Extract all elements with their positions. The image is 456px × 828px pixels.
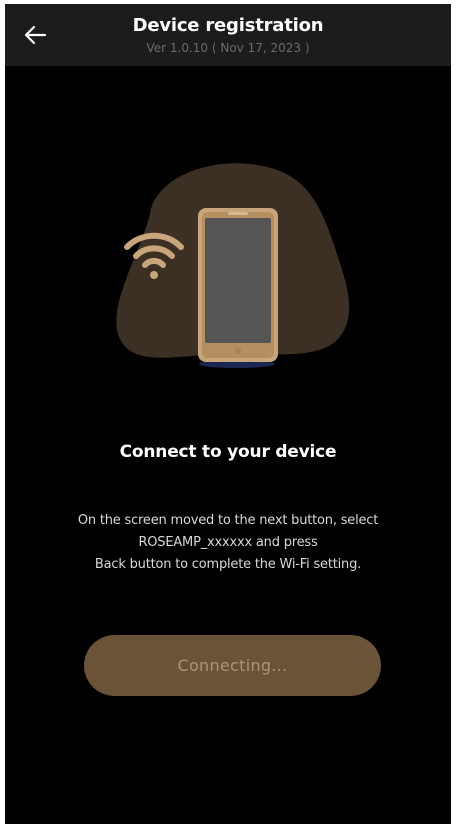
instruction-line: On the screen moved to the next button, … xyxy=(77,513,379,528)
instruction-line: ROSEAMP_xxxxxx and press xyxy=(138,535,318,550)
smartphone-icon xyxy=(198,208,278,362)
connecting-button[interactable]: Connecting... xyxy=(84,635,381,696)
instruction-line: Back button to complete the Wi-Fi settin… xyxy=(94,557,362,572)
connecting-button-label: Connecting... xyxy=(177,656,288,675)
screen: Device registration Ver 1.0.10 ( Nov 17,… xyxy=(5,4,451,824)
device-illustration xyxy=(116,163,350,368)
version-label: Ver 1.0.10 ( Nov 17, 2023 ) xyxy=(146,41,310,55)
connect-heading: Connect to your device xyxy=(119,442,337,462)
app-header: Device registration Ver 1.0.10 ( Nov 17,… xyxy=(5,4,451,66)
instruction-text: On the screen moved to the next button, … xyxy=(25,510,431,576)
page-title: Device registration xyxy=(132,15,324,36)
